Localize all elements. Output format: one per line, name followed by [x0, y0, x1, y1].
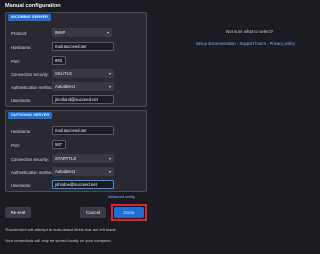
incoming-auth-label: Authentication method: [11, 85, 54, 90]
protocol-value: IMAP [55, 30, 66, 35]
chevron-down-icon: ▾ [106, 30, 109, 35]
outgoing-security-label: Connection security: [11, 157, 49, 162]
outgoing-port-input[interactable]: 587 [52, 140, 66, 149]
incoming-hostname-input[interactable]: mail.succeed.net [52, 42, 114, 51]
incoming-username-input[interactable]: jmorland@succeed.net [52, 95, 114, 104]
outgoing-username-input[interactable]: johndoe@succeed.net [52, 180, 114, 189]
protocol-select[interactable]: IMAP ▾ [52, 28, 112, 37]
support-forum-link[interactable]: Support forum [239, 41, 266, 46]
protocol-label: Protocol: [11, 31, 28, 36]
incoming-port-input[interactable]: 993 [52, 56, 66, 65]
advanced-config-link[interactable]: Advanced config [108, 195, 135, 199]
chevron-down-icon: ▾ [108, 71, 111, 76]
help-links: Setup documentation - Support forum - Pr… [196, 41, 295, 46]
incoming-port-label: Port: [11, 59, 20, 64]
setup-documentation-link[interactable]: Setup documentation [196, 41, 236, 46]
outgoing-section-label: OUTGOING SERVER [8, 112, 53, 119]
chevron-down-icon: ▾ [108, 156, 111, 161]
incoming-security-select[interactable]: SSL/TLS ▾ [52, 69, 114, 78]
page-title: Manual configuration [5, 3, 61, 9]
outgoing-username-label: Username: [11, 183, 32, 188]
autodetect-note: Thunderbird will attempt to auto-detect … [5, 227, 117, 232]
link-separator: - [236, 41, 239, 46]
outgoing-hostname-input[interactable]: mail.succeed.net [52, 126, 114, 135]
credentials-note: Your credentials will only be stored loc… [5, 238, 112, 243]
incoming-security-value: SSL/TLS [55, 71, 72, 76]
cancel-button[interactable]: Cancel [80, 207, 106, 218]
outgoing-security-select[interactable]: STARTTLS ▾ [52, 154, 114, 163]
outgoing-auth-label: Authentication method: [11, 170, 54, 175]
incoming-server-section: INCOMING SERVER Protocol: IMAP ▾ Hostnam… [5, 12, 147, 107]
incoming-section-label: INCOMING SERVER [8, 14, 52, 21]
outgoing-security-value: STARTTLS [55, 156, 77, 161]
link-separator: - [267, 41, 269, 46]
outgoing-auth-select[interactable]: Autodetect ▾ [52, 167, 114, 176]
outgoing-port-label: Port: [11, 143, 20, 148]
chevron-down-icon: ▾ [108, 84, 111, 89]
outgoing-auth-value: Autodetect [55, 169, 76, 174]
outgoing-hostname-label: Hostname: [11, 129, 32, 134]
chevron-down-icon: ▾ [108, 169, 111, 174]
help-question: Not sure what to select? [226, 29, 274, 34]
incoming-username-label: Username: [11, 98, 32, 103]
incoming-auth-value: Autodetect [55, 84, 76, 89]
privacy-policy-link[interactable]: Privacy policy [270, 41, 296, 46]
retest-button[interactable]: Re-test [5, 207, 31, 218]
incoming-auth-select[interactable]: Autodetect ▾ [52, 82, 114, 91]
outgoing-server-section: OUTGOING SERVER Hostname: mail.succeed.n… [5, 110, 147, 192]
incoming-hostname-label: Hostname: [11, 45, 32, 50]
done-button-highlight [111, 204, 147, 221]
incoming-security-label: Connection security: [11, 72, 49, 77]
